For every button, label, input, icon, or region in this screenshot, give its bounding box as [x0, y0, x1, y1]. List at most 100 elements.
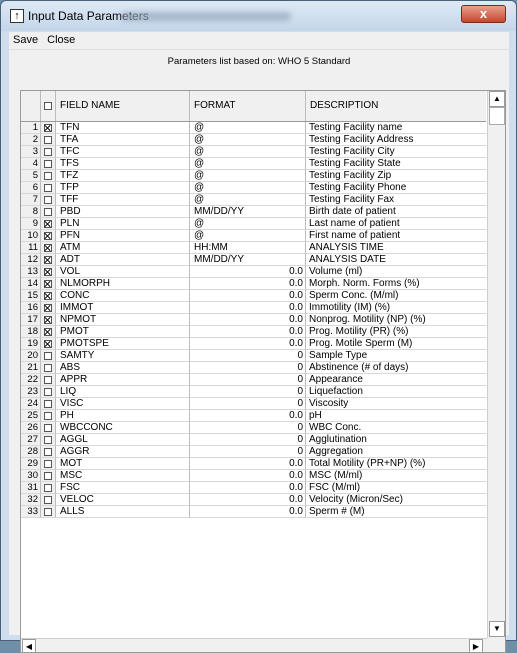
- description-cell[interactable]: Total Motility (PR+NP) (%): [306, 458, 486, 470]
- table-row[interactable]: 18 PMOT 0.0 Prog. Motility (PR) (%): [21, 326, 486, 338]
- header-select-all[interactable]: [41, 91, 56, 121]
- format-cell[interactable]: 0: [190, 434, 306, 446]
- format-cell[interactable]: @: [190, 134, 306, 146]
- description-cell[interactable]: Aggregation: [306, 446, 486, 458]
- row-checkbox[interactable]: [44, 292, 52, 300]
- description-cell[interactable]: First name of patient: [306, 230, 486, 242]
- format-cell[interactable]: HH:MM: [190, 242, 306, 254]
- format-cell[interactable]: 0: [190, 422, 306, 434]
- row-checkbox[interactable]: [44, 232, 52, 240]
- row-checkbox-cell[interactable]: [41, 326, 56, 338]
- row-checkbox-cell[interactable]: [41, 374, 56, 386]
- description-cell[interactable]: Sample Type: [306, 350, 486, 362]
- row-checkbox-cell[interactable]: [41, 230, 56, 242]
- field-name-cell[interactable]: FSC: [56, 482, 190, 494]
- table-row[interactable]: 2 TFA @ Testing Facility Address: [21, 134, 486, 146]
- window-close-button[interactable]: x: [461, 5, 506, 23]
- table-row[interactable]: 23 LIQ 0 Liquefaction: [21, 386, 486, 398]
- table-row[interactable]: 1 TFN @ Testing Facility name: [21, 122, 486, 134]
- field-name-cell[interactable]: AGGL: [56, 434, 190, 446]
- format-cell[interactable]: 0.0: [190, 482, 306, 494]
- row-checkbox-cell[interactable]: [41, 290, 56, 302]
- field-name-cell[interactable]: ADT: [56, 254, 190, 266]
- row-checkbox-cell[interactable]: [41, 314, 56, 326]
- description-cell[interactable]: Prog. Motile Sperm (M): [306, 338, 486, 350]
- description-cell[interactable]: Abstinence (# of days): [306, 362, 486, 374]
- description-cell[interactable]: FSC (M/ml): [306, 482, 486, 494]
- field-name-cell[interactable]: ALLS: [56, 506, 190, 518]
- description-cell[interactable]: Testing Facility Fax: [306, 194, 486, 206]
- row-checkbox-cell[interactable]: [41, 362, 56, 374]
- description-cell[interactable]: Sperm # (M): [306, 506, 486, 518]
- table-row[interactable]: 31 FSC 0.0 FSC (M/ml): [21, 482, 486, 494]
- description-cell[interactable]: pH: [306, 410, 486, 422]
- scroll-right-icon[interactable]: ▶: [469, 639, 483, 652]
- format-cell[interactable]: MM/DD/YY: [190, 206, 306, 218]
- row-checkbox[interactable]: [44, 304, 52, 312]
- row-checkbox[interactable]: [44, 340, 52, 348]
- row-checkbox[interactable]: [44, 160, 52, 168]
- row-checkbox[interactable]: [44, 268, 52, 276]
- table-row[interactable]: 15 CONC 0.0 Sperm Conc. (M/ml): [21, 290, 486, 302]
- description-cell[interactable]: Liquefaction: [306, 386, 486, 398]
- title-bar[interactable]: ↑ Input Data Parameters x: [1, 1, 516, 31]
- format-cell[interactable]: 0: [190, 398, 306, 410]
- field-name-cell[interactable]: ABS: [56, 362, 190, 374]
- format-cell[interactable]: 0: [190, 446, 306, 458]
- format-cell[interactable]: @: [190, 218, 306, 230]
- description-cell[interactable]: Agglutination: [306, 434, 486, 446]
- description-cell[interactable]: Prog. Motility (PR) (%): [306, 326, 486, 338]
- format-cell[interactable]: 0.0: [190, 302, 306, 314]
- table-row[interactable]: 21 ABS 0 Abstinence (# of days): [21, 362, 486, 374]
- row-checkbox-cell[interactable]: [41, 134, 56, 146]
- row-checkbox[interactable]: [44, 244, 52, 252]
- row-checkbox[interactable]: [44, 196, 52, 204]
- field-name-cell[interactable]: PMOTSPE: [56, 338, 190, 350]
- row-checkbox[interactable]: [44, 220, 52, 228]
- row-checkbox[interactable]: [44, 148, 52, 156]
- header-field-name[interactable]: FIELD NAME: [56, 91, 190, 121]
- format-cell[interactable]: @: [190, 182, 306, 194]
- row-checkbox-cell[interactable]: [41, 254, 56, 266]
- row-checkbox[interactable]: [44, 172, 52, 180]
- row-checkbox[interactable]: [44, 256, 52, 264]
- field-name-cell[interactable]: APPR: [56, 374, 190, 386]
- description-cell[interactable]: Last name of patient: [306, 218, 486, 230]
- table-row[interactable]: 29 MOT 0.0 Total Motility (PR+NP) (%): [21, 458, 486, 470]
- row-checkbox-cell[interactable]: [41, 434, 56, 446]
- menu-save[interactable]: Save: [10, 32, 41, 49]
- description-cell[interactable]: Sperm Conc. (M/ml): [306, 290, 486, 302]
- format-cell[interactable]: @: [190, 146, 306, 158]
- row-checkbox-cell[interactable]: [41, 242, 56, 254]
- field-name-cell[interactable]: NPMOT: [56, 314, 190, 326]
- format-cell[interactable]: 0.0: [190, 338, 306, 350]
- field-name-cell[interactable]: SAMTY: [56, 350, 190, 362]
- row-checkbox[interactable]: [44, 436, 52, 444]
- format-cell[interactable]: 0.0: [190, 326, 306, 338]
- description-cell[interactable]: Testing Facility Address: [306, 134, 486, 146]
- table-row[interactable]: 3 TFC @ Testing Facility City: [21, 146, 486, 158]
- row-checkbox-cell[interactable]: [41, 446, 56, 458]
- row-checkbox-cell[interactable]: [41, 218, 56, 230]
- format-cell[interactable]: @: [190, 194, 306, 206]
- field-name-cell[interactable]: PFN: [56, 230, 190, 242]
- table-row[interactable]: 26 WBCCONC 0 WBC Conc.: [21, 422, 486, 434]
- format-cell[interactable]: 0.0: [190, 290, 306, 302]
- scroll-down-icon[interactable]: ▼: [489, 621, 505, 637]
- field-name-cell[interactable]: PLN: [56, 218, 190, 230]
- table-row[interactable]: 7 TFF @ Testing Facility Fax: [21, 194, 486, 206]
- row-checkbox[interactable]: [44, 352, 52, 360]
- table-row[interactable]: 30 MSC 0.0 MSC (M/ml): [21, 470, 486, 482]
- description-cell[interactable]: Viscosity: [306, 398, 486, 410]
- row-checkbox-cell[interactable]: [41, 494, 56, 506]
- header-description[interactable]: DESCRIPTION: [306, 91, 486, 121]
- row-checkbox[interactable]: [44, 472, 52, 480]
- row-checkbox[interactable]: [44, 316, 52, 324]
- table-row[interactable]: 22 APPR 0 Appearance: [21, 374, 486, 386]
- field-name-cell[interactable]: CONC: [56, 290, 190, 302]
- row-checkbox-cell[interactable]: [41, 338, 56, 350]
- row-checkbox-cell[interactable]: [41, 158, 56, 170]
- row-checkbox-cell[interactable]: [41, 170, 56, 182]
- table-row[interactable]: 25 PH 0.0 pH: [21, 410, 486, 422]
- table-row[interactable]: 33 ALLS 0.0 Sperm # (M): [21, 506, 486, 518]
